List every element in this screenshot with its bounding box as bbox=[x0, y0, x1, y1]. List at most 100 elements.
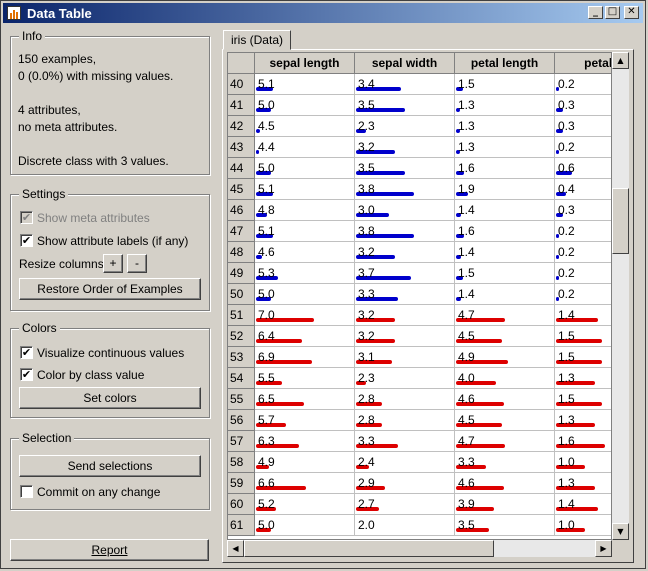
close-button[interactable]: ✕ bbox=[624, 6, 639, 19]
table-cell[interactable]: 0.3 bbox=[555, 116, 611, 137]
table-cell[interactable]: 4.6 bbox=[455, 473, 555, 494]
report-button[interactable]: Report bbox=[10, 539, 209, 561]
table-cell[interactable]: 4.5 bbox=[255, 116, 355, 137]
row-header[interactable]: 58 bbox=[228, 452, 255, 473]
table-cell[interactable]: 4.7 bbox=[455, 305, 555, 326]
table-cell[interactable]: 4.7 bbox=[455, 431, 555, 452]
visualize-values-checkbox[interactable]: ✔ bbox=[20, 346, 33, 359]
table-cell[interactable]: 4.6 bbox=[455, 389, 555, 410]
table-cell[interactable]: 4.9 bbox=[455, 347, 555, 368]
table-cell[interactable]: 0.2 bbox=[555, 74, 611, 95]
show-labels-checkbox[interactable]: ✔ bbox=[20, 234, 33, 247]
table-cell[interactable]: 1.6 bbox=[455, 221, 555, 242]
table-cell[interactable]: 6.5 bbox=[255, 389, 355, 410]
row-header[interactable]: 46 bbox=[228, 200, 255, 221]
scroll-right-button[interactable]: ▶ bbox=[595, 540, 612, 557]
table-cell[interactable]: 3.2 bbox=[355, 305, 455, 326]
table-cell[interactable]: 5.3 bbox=[255, 263, 355, 284]
table-cell[interactable]: 1.0 bbox=[555, 452, 611, 473]
column-header[interactable]: petal w bbox=[555, 53, 611, 74]
row-header[interactable]: 61 bbox=[228, 515, 255, 536]
table-cell[interactable]: 1.3 bbox=[455, 116, 555, 137]
row-header[interactable]: 52 bbox=[228, 326, 255, 347]
tab-iris-data[interactable]: iris (Data) bbox=[223, 30, 291, 50]
row-header[interactable]: 54 bbox=[228, 368, 255, 389]
horizontal-scrollbar[interactable]: ◀ ▶ bbox=[227, 540, 612, 557]
table-cell[interactable]: 1.6 bbox=[555, 431, 611, 452]
row-header[interactable]: 44 bbox=[228, 158, 255, 179]
table-corner-header[interactable] bbox=[228, 53, 255, 74]
vertical-scrollbar[interactable]: ▲ ▼ bbox=[612, 52, 629, 540]
color-by-class-checkbox[interactable]: ✔ bbox=[20, 368, 33, 381]
vertical-scroll-thumb[interactable] bbox=[612, 188, 629, 254]
table-cell[interactable]: 2.4 bbox=[355, 452, 455, 473]
scroll-up-button[interactable]: ▲ bbox=[612, 52, 629, 69]
resize-plus-button[interactable]: + bbox=[103, 254, 123, 273]
table-cell[interactable]: 3.0 bbox=[355, 200, 455, 221]
table-cell[interactable]: 3.3 bbox=[355, 431, 455, 452]
row-header[interactable]: 42 bbox=[228, 116, 255, 137]
table-cell[interactable]: 2.7 bbox=[355, 494, 455, 515]
table-cell[interactable]: 1.3 bbox=[455, 137, 555, 158]
minimize-button[interactable]: _ bbox=[588, 6, 603, 19]
table-cell[interactable]: 5.2 bbox=[255, 494, 355, 515]
table-cell[interactable]: 2.9 bbox=[355, 473, 455, 494]
table-cell[interactable]: 0.3 bbox=[555, 95, 611, 116]
table-cell[interactable]: 0.2 bbox=[555, 284, 611, 305]
table-cell[interactable]: 1.0 bbox=[555, 515, 611, 536]
table-cell[interactable]: 5.0 bbox=[255, 95, 355, 116]
table-cell[interactable]: 3.9 bbox=[455, 494, 555, 515]
table-cell[interactable]: 0.2 bbox=[555, 137, 611, 158]
maximize-button[interactable]: □ bbox=[605, 6, 620, 19]
row-header[interactable]: 41 bbox=[228, 95, 255, 116]
table-cell[interactable]: 2.3 bbox=[355, 368, 455, 389]
table-cell[interactable]: 3.3 bbox=[455, 452, 555, 473]
table-cell[interactable]: 5.1 bbox=[255, 221, 355, 242]
row-header[interactable]: 48 bbox=[228, 242, 255, 263]
table-cell[interactable]: 4.5 bbox=[455, 410, 555, 431]
table-cell[interactable]: 4.6 bbox=[255, 242, 355, 263]
table-cell[interactable]: 6.6 bbox=[255, 473, 355, 494]
table-cell[interactable]: 4.4 bbox=[255, 137, 355, 158]
row-header[interactable]: 53 bbox=[228, 347, 255, 368]
table-cell[interactable]: 1.3 bbox=[555, 473, 611, 494]
row-header[interactable]: 50 bbox=[228, 284, 255, 305]
table-cell[interactable]: 4.9 bbox=[255, 452, 355, 473]
resize-minus-button[interactable]: - bbox=[127, 254, 147, 273]
row-header[interactable]: 47 bbox=[228, 221, 255, 242]
commit-checkbox[interactable] bbox=[20, 485, 33, 498]
table-cell[interactable]: 1.3 bbox=[455, 95, 555, 116]
column-header[interactable]: sepal width bbox=[355, 53, 455, 74]
table-cell[interactable]: 6.3 bbox=[255, 431, 355, 452]
show-meta-checkbox[interactable]: ✔ bbox=[20, 211, 33, 224]
table-cell[interactable]: 2.0 bbox=[355, 515, 455, 536]
table-cell[interactable]: 5.0 bbox=[255, 284, 355, 305]
table-cell[interactable]: 1.5 bbox=[455, 74, 555, 95]
table-cell[interactable]: 4.5 bbox=[455, 326, 555, 347]
table-cell[interactable]: 2.8 bbox=[355, 410, 455, 431]
row-header[interactable]: 40 bbox=[228, 74, 255, 95]
table-cell[interactable]: 1.4 bbox=[455, 242, 555, 263]
table-cell[interactable]: 3.1 bbox=[355, 347, 455, 368]
row-header[interactable]: 43 bbox=[228, 137, 255, 158]
row-header[interactable]: 60 bbox=[228, 494, 255, 515]
table-cell[interactable]: 5.1 bbox=[255, 179, 355, 200]
table-cell[interactable]: 1.5 bbox=[455, 263, 555, 284]
table-cell[interactable]: 3.5 bbox=[455, 515, 555, 536]
table-cell[interactable]: 1.4 bbox=[555, 305, 611, 326]
table-cell[interactable]: 2.3 bbox=[355, 116, 455, 137]
scroll-left-button[interactable]: ◀ bbox=[227, 540, 244, 557]
set-colors-button[interactable]: Set colors bbox=[19, 387, 201, 409]
table-cell[interactable]: 4.8 bbox=[255, 200, 355, 221]
table-cell[interactable]: 3.2 bbox=[355, 242, 455, 263]
table-cell[interactable]: 5.0 bbox=[255, 515, 355, 536]
table-cell[interactable]: 7.0 bbox=[255, 305, 355, 326]
row-header[interactable]: 59 bbox=[228, 473, 255, 494]
restore-order-button[interactable]: Restore Order of Examples bbox=[19, 278, 201, 300]
title-bar[interactable]: Data Table _ □ ✕ bbox=[3, 3, 643, 23]
table-cell[interactable]: 5.5 bbox=[255, 368, 355, 389]
table-cell[interactable]: 5.1 bbox=[255, 74, 355, 95]
row-header[interactable]: 56 bbox=[228, 410, 255, 431]
table-cell[interactable]: 3.3 bbox=[355, 284, 455, 305]
table-cell[interactable]: 3.5 bbox=[355, 95, 455, 116]
